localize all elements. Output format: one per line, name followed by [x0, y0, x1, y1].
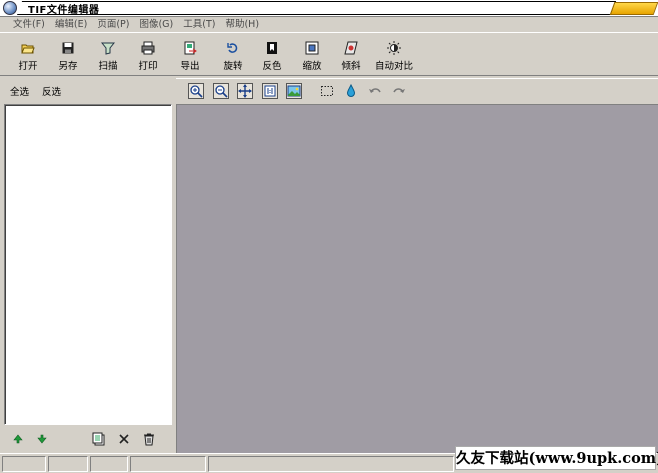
rotate-icon — [227, 43, 238, 53]
status-cell-4 — [130, 456, 206, 472]
thumbnail-list[interactable] — [4, 104, 172, 425]
redo-icon — [393, 88, 405, 93]
auto-contrast-button[interactable]: 自动对比 — [374, 41, 414, 75]
select-rect-button[interactable] — [319, 83, 335, 99]
rotate-label: 旋转 — [223, 61, 243, 72]
undo-icon — [369, 88, 381, 93]
title-bar: TIF文件编辑器 — [0, 0, 658, 17]
rotate-button[interactable]: 旋转 — [213, 41, 253, 75]
print-button[interactable]: 打印 — [128, 41, 168, 75]
thumbnail-panel-footer — [4, 427, 172, 451]
move-down-button[interactable] — [35, 432, 49, 446]
redo-button[interactable] — [391, 83, 407, 99]
scan-label: 扫描 — [98, 61, 118, 72]
invert-button[interactable]: 反色 — [252, 41, 292, 75]
save-as-label: 另存 — [58, 61, 78, 72]
save-as-button[interactable]: 另存 — [48, 41, 88, 75]
open-button[interactable]: 打开 — [8, 41, 48, 75]
resize-button[interactable]: 缩放 — [292, 41, 332, 75]
export-label: 导出 — [180, 61, 200, 72]
zoom-in-button[interactable] — [188, 83, 204, 99]
app-icon[interactable] — [3, 1, 17, 15]
zoom-out-icon — [213, 83, 229, 99]
undo-button[interactable] — [367, 83, 383, 99]
arrow-down-icon — [37, 434, 47, 444]
export-icon — [184, 41, 197, 55]
skew-button[interactable]: 倾斜 — [331, 41, 371, 75]
status-cell-2 — [48, 456, 88, 472]
menu-file[interactable]: 文件(F) — [8, 17, 50, 32]
trash-button[interactable] — [142, 432, 156, 446]
selection-rect-icon — [321, 86, 333, 96]
actual-size-icon — [262, 83, 278, 99]
select-all-button[interactable]: 全选 — [10, 84, 29, 98]
print-label: 打印 — [138, 61, 158, 72]
fit-page-icon — [237, 83, 253, 99]
resize-label: 缩放 — [302, 61, 322, 72]
dropper-button[interactable] — [343, 83, 359, 99]
image-canvas[interactable] — [176, 104, 658, 453]
menu-help[interactable]: 帮助(H) — [220, 17, 264, 32]
close-icon — [119, 434, 129, 444]
resize-icon — [305, 41, 319, 55]
auto-contrast-label: 自动对比 — [374, 61, 413, 72]
menu-edit[interactable]: 编辑(E) — [50, 17, 92, 32]
dropper-icon — [346, 83, 356, 97]
scan-icon — [101, 42, 115, 55]
save-icon — [62, 42, 74, 54]
add-page-button[interactable] — [92, 432, 106, 446]
menu-tools[interactable]: 工具(T) — [178, 17, 220, 32]
add-page-icon — [92, 432, 105, 446]
status-cell-3 — [90, 456, 128, 472]
title-badge — [609, 2, 658, 15]
status-cell-1 — [2, 456, 46, 472]
watermark: 久友下载站(www.9upk.com) — [455, 446, 658, 470]
skew-icon — [344, 41, 358, 55]
invert-icon — [267, 42, 277, 54]
scan-button[interactable]: 扫描 — [88, 41, 128, 75]
folder-open-icon — [21, 44, 35, 54]
menu-bar: 文件(F) 编辑(E) 页面(P) 图像(G) 工具(T) 帮助(H) — [0, 17, 658, 32]
menu-image[interactable]: 图像(G) — [134, 17, 178, 32]
printer-icon — [141, 41, 155, 55]
main-toolbar: 打开 另存 扫描 打印 导出 旋转 反色 缩放 倾斜 自动对比 — [0, 32, 658, 76]
status-cell-5 — [208, 456, 454, 472]
thumbnail-panel-header: 全选 反选 — [4, 78, 172, 102]
trash-icon — [144, 433, 154, 446]
image-view-button[interactable] — [286, 83, 302, 99]
open-label: 打开 — [18, 61, 38, 72]
actual-size-button[interactable] — [262, 83, 278, 99]
image-icon — [286, 83, 302, 99]
invert-label: 反色 — [262, 61, 282, 72]
invert-selection-button[interactable]: 反选 — [42, 84, 61, 98]
delete-button[interactable] — [117, 432, 131, 446]
window-title: TIF文件编辑器 — [28, 5, 100, 16]
title-tab — [17, 1, 617, 15]
arrow-up-icon — [13, 434, 23, 444]
zoom-out-button[interactable] — [213, 83, 229, 99]
move-up-button[interactable] — [11, 432, 25, 446]
fit-page-button[interactable] — [237, 83, 253, 99]
auto-contrast-icon — [387, 41, 401, 55]
menu-page[interactable]: 页面(P) — [92, 17, 134, 32]
viewer-toolbar — [176, 78, 658, 102]
zoom-in-icon — [188, 83, 204, 99]
skew-label: 倾斜 — [341, 61, 361, 72]
export-button[interactable]: 导出 — [170, 41, 210, 75]
